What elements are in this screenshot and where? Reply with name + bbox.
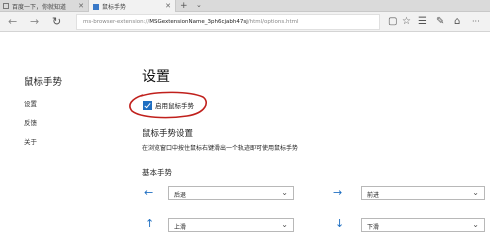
enable-gestures-row[interactable]: 启用鼠标手势 [143,100,194,110]
select-value: 上滑 [174,224,187,231]
tab-baidu[interactable]: 百度一下，你就知道 ✕ [0,0,88,12]
page-title: 设置 [142,69,170,85]
tab-title: 鼠标手势 [102,4,127,11]
chevron-down-icon: ⌄ [472,188,479,197]
url-suffix: /html/options.html [247,19,299,25]
new-tab-button[interactable]: + [180,1,188,11]
hub-icon[interactable]: ☰ [418,16,427,28]
basic-gestures-title: 基本手势 [142,168,172,177]
chevron-down-icon: ⌄ [281,220,288,229]
gesture-left-select[interactable]: 后退 ⌄ [168,186,294,200]
address-toolbar: ← → ↻ ms-browser-extension://MSGextensio… [0,12,490,32]
address-bar[interactable]: ms-browser-extension://MSGextensionName_… [76,14,380,30]
sidebar-title: 鼠标手势 [24,77,63,88]
up-arrow-icon: ↑ [145,217,155,230]
select-value: 前进 [367,192,380,199]
browser-window: 百度一下，你就知道 ✕ 鼠标手势 ✕ + ⌄ ← → ↻ ms-browser-… [0,0,490,244]
extension-favicon-icon [93,3,99,10]
chevron-down-icon: ⌄ [472,220,479,229]
web-note-icon[interactable]: ✎ [436,16,444,28]
sidebar-item-about[interactable]: 关于 [24,136,37,146]
tab-title: 百度一下，你就知道 [12,3,67,11]
forward-button[interactable]: → [30,16,39,28]
sidebar-item-settings[interactable]: 设置 [24,98,37,108]
url-prefix: ms-browser-extension:// [83,19,150,25]
enable-gestures-checkbox[interactable] [143,100,152,110]
down-arrow-icon: ↓ [335,217,345,230]
reading-view-icon[interactable]: ▢ [388,16,397,28]
enable-gestures-label[interactable]: 启用鼠标手势 [155,100,194,110]
left-arrow-icon: ← [144,186,154,199]
tab-strip: 百度一下，你就知道 ✕ 鼠标手势 ✕ + ⌄ [0,0,490,13]
section-title: 鼠标手势设置 [142,129,194,139]
section-description: 在浏览窗口中按住鼠标右键滑出一个轨迹即可使用鼠标手势 [142,145,299,152]
tab-close-icon[interactable]: ✕ [78,2,84,10]
back-button[interactable]: ← [8,16,17,28]
gesture-down-select[interactable]: 下滑 ⌄ [361,218,485,232]
page-favicon-icon [3,3,9,9]
gesture-up-select[interactable]: 上滑 ⌄ [168,218,294,232]
sidebar-item-feedback[interactable]: 反馈 [24,117,37,127]
more-menu-icon[interactable]: ··· [472,16,480,28]
tab-close-icon[interactable]: ✕ [165,2,171,10]
refresh-button[interactable]: ↻ [52,16,61,28]
favorite-star-icon[interactable]: ☆ [402,16,411,28]
right-arrow-icon: → [333,186,343,199]
address-text: ms-browser-extension://MSGextensionName_… [83,19,299,25]
select-value: 后退 [174,192,187,199]
gesture-right-select[interactable]: 前进 ⌄ [361,186,485,200]
share-icon[interactable]: ⌂ [454,16,460,28]
chevron-down-icon: ⌄ [281,188,288,197]
select-value: 下滑 [367,224,380,231]
url-extension-id: MSGextensionName_3ph6cjabh47sj [149,19,248,25]
tab-preview-chevron-icon[interactable]: ⌄ [196,1,202,9]
